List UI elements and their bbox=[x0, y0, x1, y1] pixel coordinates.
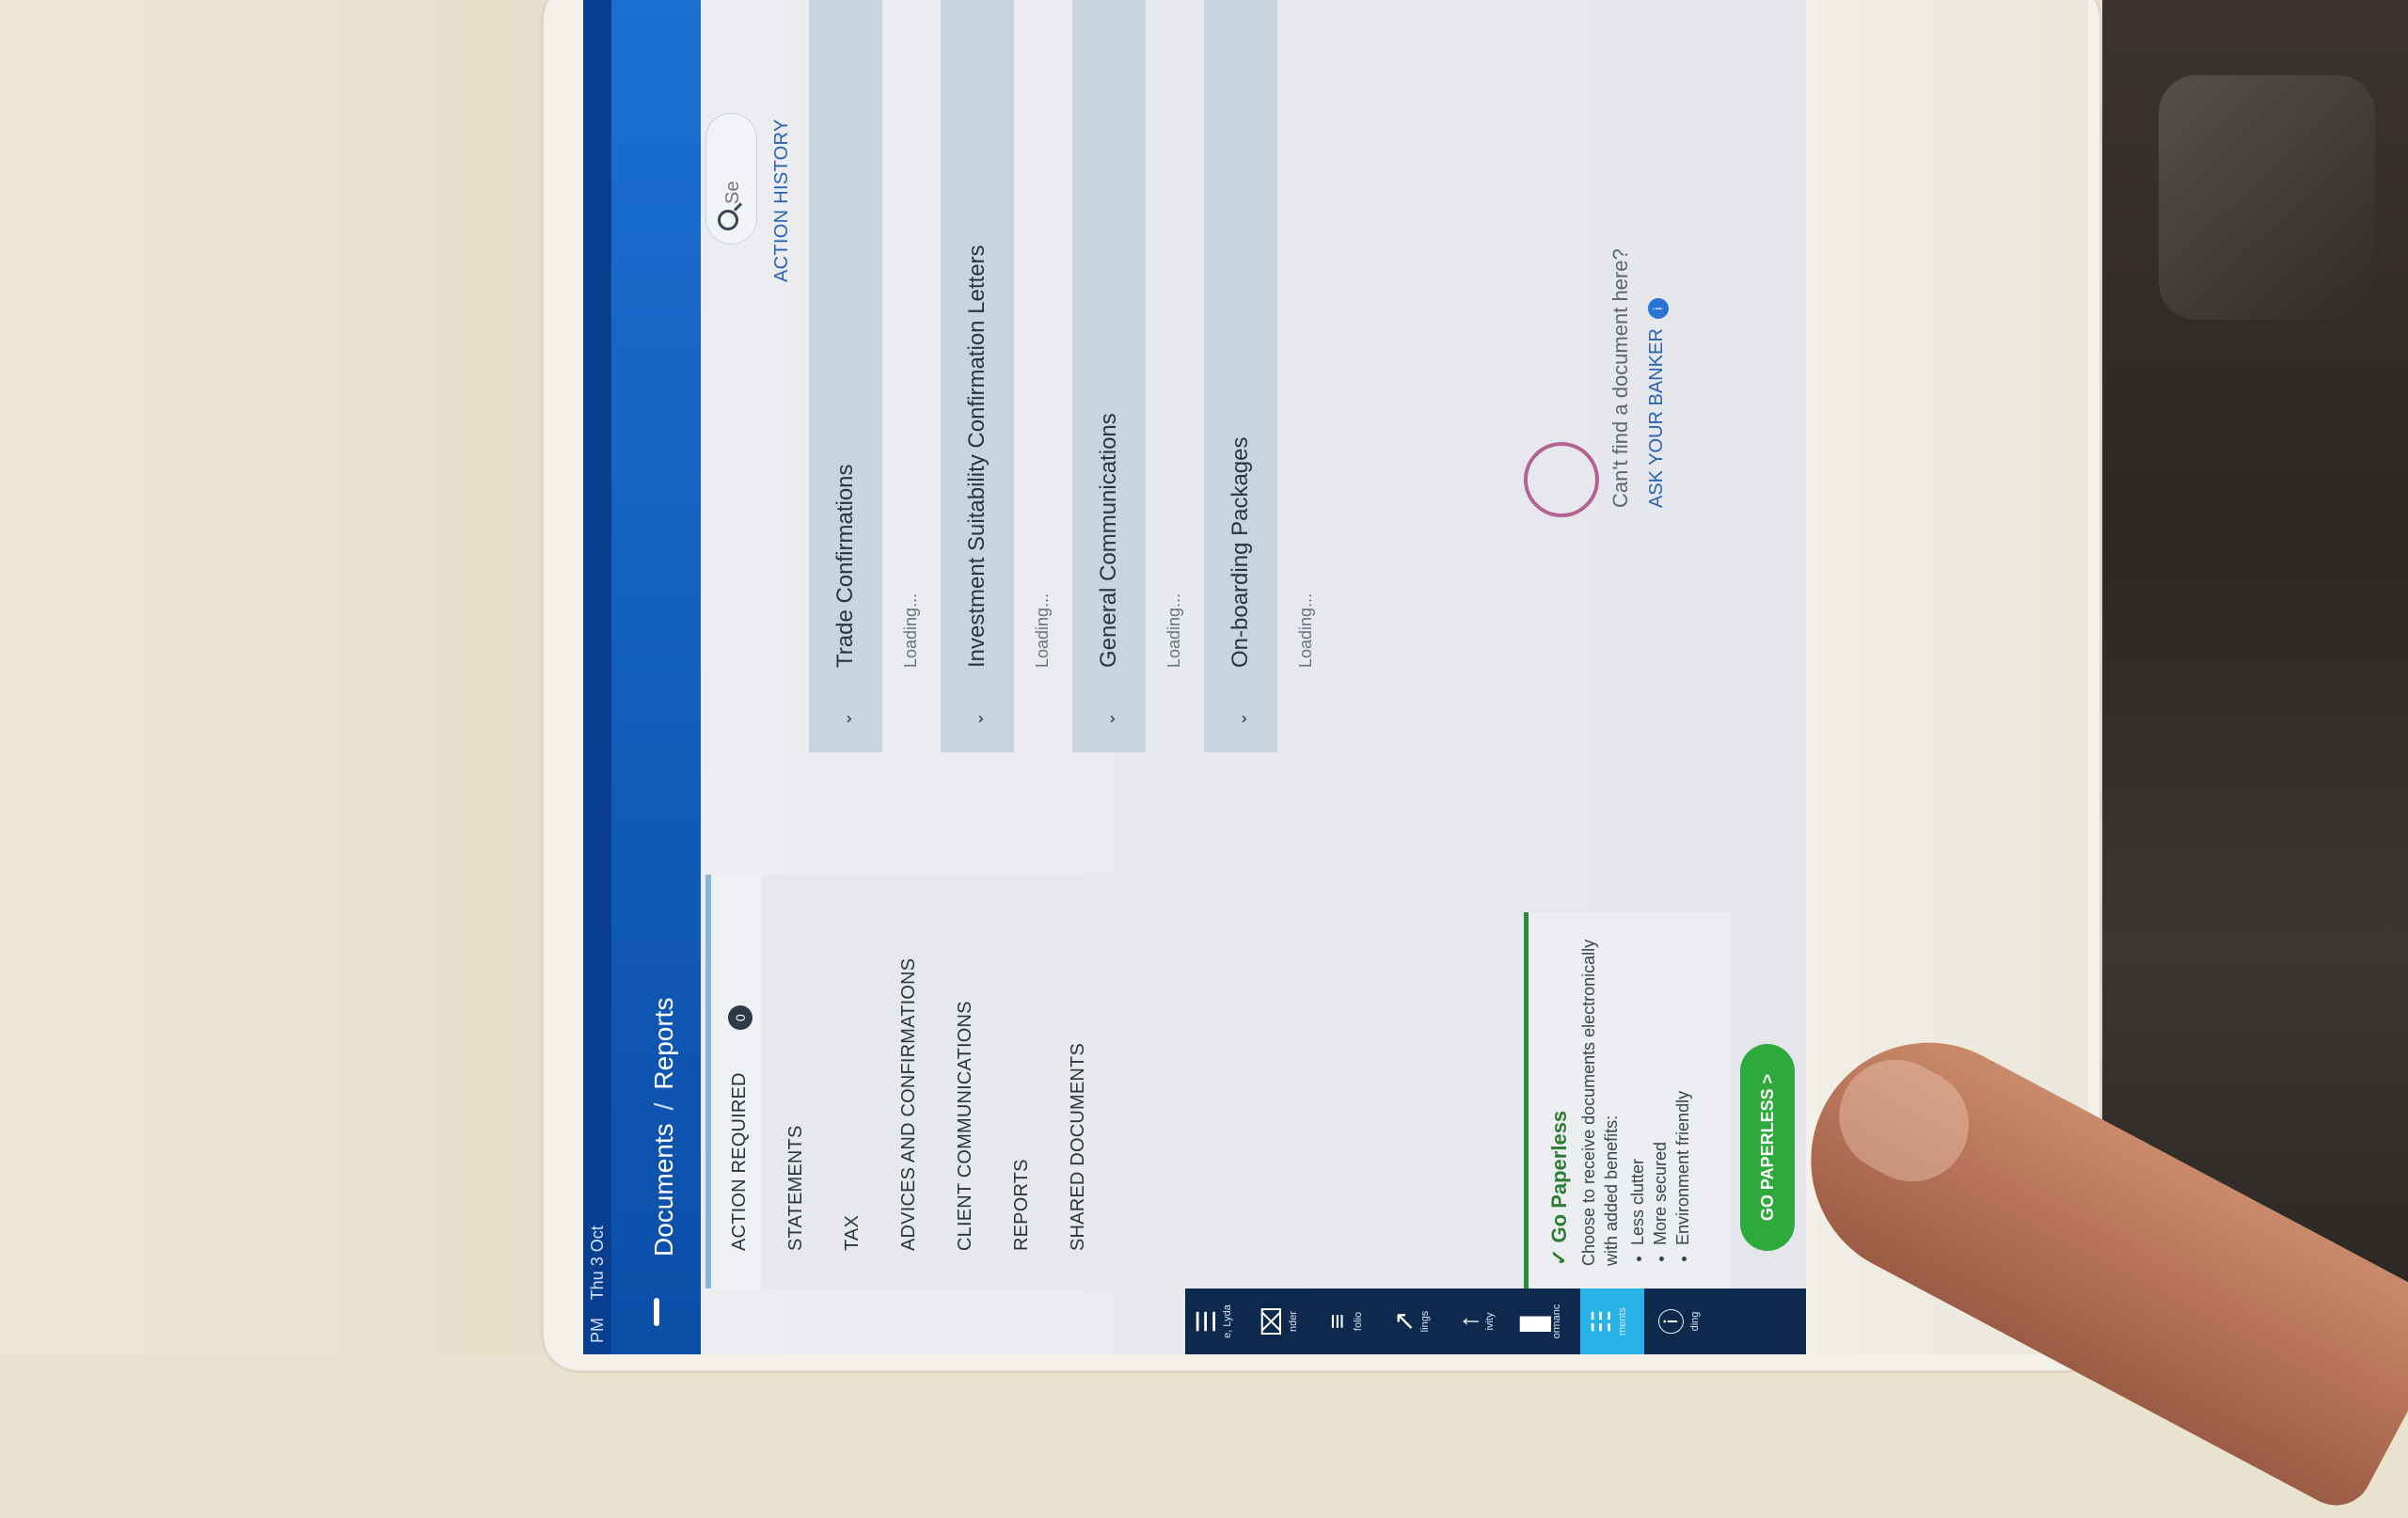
rail-item-portfolio[interactable]: ≡ folio bbox=[1317, 1289, 1381, 1354]
tab-client-communications[interactable]: CLIENT COMMUNICATIONS bbox=[937, 875, 993, 1289]
section-status: Loading... bbox=[1164, 593, 1183, 668]
benefit-item: More secured bbox=[1649, 935, 1671, 1245]
tab-label: TAX bbox=[842, 1214, 863, 1251]
breadcrumb-documents[interactable]: Documents bbox=[649, 1123, 678, 1257]
activity-icon: ↑ bbox=[1454, 1315, 1483, 1328]
rail-label: ormanc bbox=[1551, 1304, 1562, 1339]
section-header[interactable]: ⌄ On-boarding Packages bbox=[1204, 0, 1277, 752]
rail-item-documents[interactable]: ☷ ments bbox=[1580, 1289, 1644, 1354]
documents-icon: ☷ bbox=[1587, 1309, 1616, 1334]
document-tabs: ACTION REQUIRED 0 STATEMENTS TAX ADVICES… bbox=[705, 875, 1195, 1289]
document-sections: ⌄ Trade Confirmations Loading... ⌄ Inves… bbox=[705, 0, 1806, 752]
rail-label: folio bbox=[1353, 1311, 1364, 1332]
section-status: Loading... bbox=[901, 593, 920, 668]
rail-item-holdings[interactable]: ↗ lings bbox=[1383, 1289, 1447, 1354]
paperless-title: ✓ Go Paperless bbox=[1547, 935, 1572, 1266]
tab-label: CLIENT COMMUNICATIONS bbox=[955, 1001, 975, 1251]
menu-icon[interactable] bbox=[654, 1298, 659, 1326]
go-paperless-card: ✓ Go Paperless Choose to receive documen… bbox=[1524, 912, 1731, 1289]
touch-indicator bbox=[1524, 442, 1599, 517]
status-time: PM bbox=[588, 1318, 607, 1343]
rail-label: lings bbox=[1419, 1310, 1431, 1333]
section-title: On-boarding Packages bbox=[1228, 436, 1253, 668]
section-title: General Communications bbox=[1096, 413, 1121, 668]
section-status: Loading... bbox=[1033, 593, 1052, 668]
rail-item-calendar[interactable]: ⌧ nder bbox=[1251, 1289, 1315, 1354]
tablet-screen: PM Thu 3 Oct Documents / Reports ☰ e, Lyda… bbox=[583, 0, 1806, 1354]
breadcrumb-separator: / bbox=[649, 1102, 678, 1111]
tab-tax[interactable]: TAX bbox=[824, 875, 880, 1289]
portfolio-icon: ≡ bbox=[1323, 1313, 1352, 1330]
tab-label: REPORTS bbox=[1011, 1159, 1032, 1251]
desk-surface bbox=[0, 0, 546, 1354]
performance-icon: ▊ bbox=[1521, 1311, 1550, 1332]
app-ui: PM Thu 3 Oct Documents / Reports ☰ e, Lyda… bbox=[583, 0, 1806, 1354]
rail-label: e, Lyda bbox=[1222, 1305, 1233, 1338]
paperless-benefits: Less clutter More secured Environment fr… bbox=[1626, 935, 1694, 1266]
paperless-body: Choose to receive documents electronical… bbox=[1579, 939, 1621, 1266]
section-status: Loading... bbox=[1296, 593, 1315, 668]
info-icon: ⓘ bbox=[1657, 1308, 1687, 1336]
tab-action-required[interactable]: ACTION REQUIRED 0 bbox=[705, 875, 762, 1289]
go-paperless-button[interactable]: GO PAPERLESS > bbox=[1740, 1044, 1795, 1251]
rail-item-profile[interactable]: ☰ e, Lyda bbox=[1185, 1289, 1249, 1354]
breadcrumb-reports: Reports bbox=[649, 997, 678, 1090]
section-header[interactable]: ⌄ General Communications bbox=[1072, 0, 1146, 752]
status-bar: PM Thu 3 Oct bbox=[583, 0, 611, 1354]
user-icon: ☰ bbox=[1192, 1309, 1221, 1334]
benefit-item: Environment friendly bbox=[1671, 935, 1694, 1245]
chevron-down-icon: ⌄ bbox=[968, 711, 987, 726]
tab-label: SHARED DOCUMENTS bbox=[1068, 1043, 1088, 1251]
help-text: Can't find a document here? bbox=[1608, 248, 1632, 508]
chevron-down-icon: ⌄ bbox=[1100, 711, 1118, 726]
action-count-badge: 0 bbox=[728, 1005, 752, 1030]
rail-item-activity[interactable]: ↑ ivity bbox=[1449, 1289, 1513, 1354]
section-header[interactable]: ⌄ Investment Suitability Confirmation Le… bbox=[941, 0, 1014, 752]
tab-reports[interactable]: REPORTS bbox=[993, 875, 1050, 1289]
holdings-icon: ↗ bbox=[1389, 1310, 1418, 1333]
paperless-title-text: Go Paperless bbox=[1547, 1110, 1571, 1243]
tab-shared-documents[interactable]: SHARED DOCUMENTS bbox=[1050, 875, 1106, 1289]
leaf-icon: ✓ bbox=[1547, 1242, 1571, 1266]
tab-label: ADVICES AND CONFIRMATIONS bbox=[898, 957, 919, 1251]
chevron-down-icon: ⌄ bbox=[1231, 711, 1250, 726]
rail-label: ments bbox=[1617, 1307, 1628, 1336]
calendar-icon: ⌧ bbox=[1258, 1305, 1287, 1337]
chevron-down-icon: ⌄ bbox=[836, 711, 855, 726]
ask-banker-label: ASK YOUR BANKER bbox=[1646, 328, 1667, 508]
rail-label: ivity bbox=[1484, 1312, 1496, 1331]
tab-label: STATEMENTS bbox=[785, 1125, 806, 1251]
app-header: Documents / Reports bbox=[611, 0, 701, 1354]
rail-item-trading[interactable]: ⓘ ding bbox=[1646, 1289, 1710, 1354]
tab-advices-confirmations[interactable]: ADVICES AND CONFIRMATIONS bbox=[880, 875, 937, 1289]
tab-statements[interactable]: STATEMENTS bbox=[768, 875, 824, 1289]
tab-label: ACTION REQUIRED bbox=[729, 1072, 750, 1251]
section-header[interactable]: ⌄ Trade Confirmations bbox=[809, 0, 882, 752]
rail-item-performance[interactable]: ▊ ormanc bbox=[1514, 1289, 1578, 1354]
section-title: Investment Suitability Confirmation Lett… bbox=[964, 245, 990, 668]
breadcrumb: Documents / Reports bbox=[649, 998, 679, 1257]
section-title: Trade Confirmations bbox=[832, 464, 858, 668]
office-chair bbox=[2159, 75, 2375, 320]
benefit-item: Less clutter bbox=[1626, 935, 1649, 1245]
nav-rail: ☰ e, Lyda ⌧ nder ≡ folio ↗ lings ↑ ivity… bbox=[1185, 1289, 1806, 1354]
status-date: Thu 3 Oct bbox=[588, 1225, 607, 1301]
info-badge-icon: i bbox=[1648, 298, 1669, 320]
rail-label: ding bbox=[1689, 1311, 1701, 1332]
rail-label: nder bbox=[1288, 1310, 1299, 1333]
ask-banker-link[interactable]: ASK YOUR BANKER i bbox=[1646, 298, 1669, 508]
